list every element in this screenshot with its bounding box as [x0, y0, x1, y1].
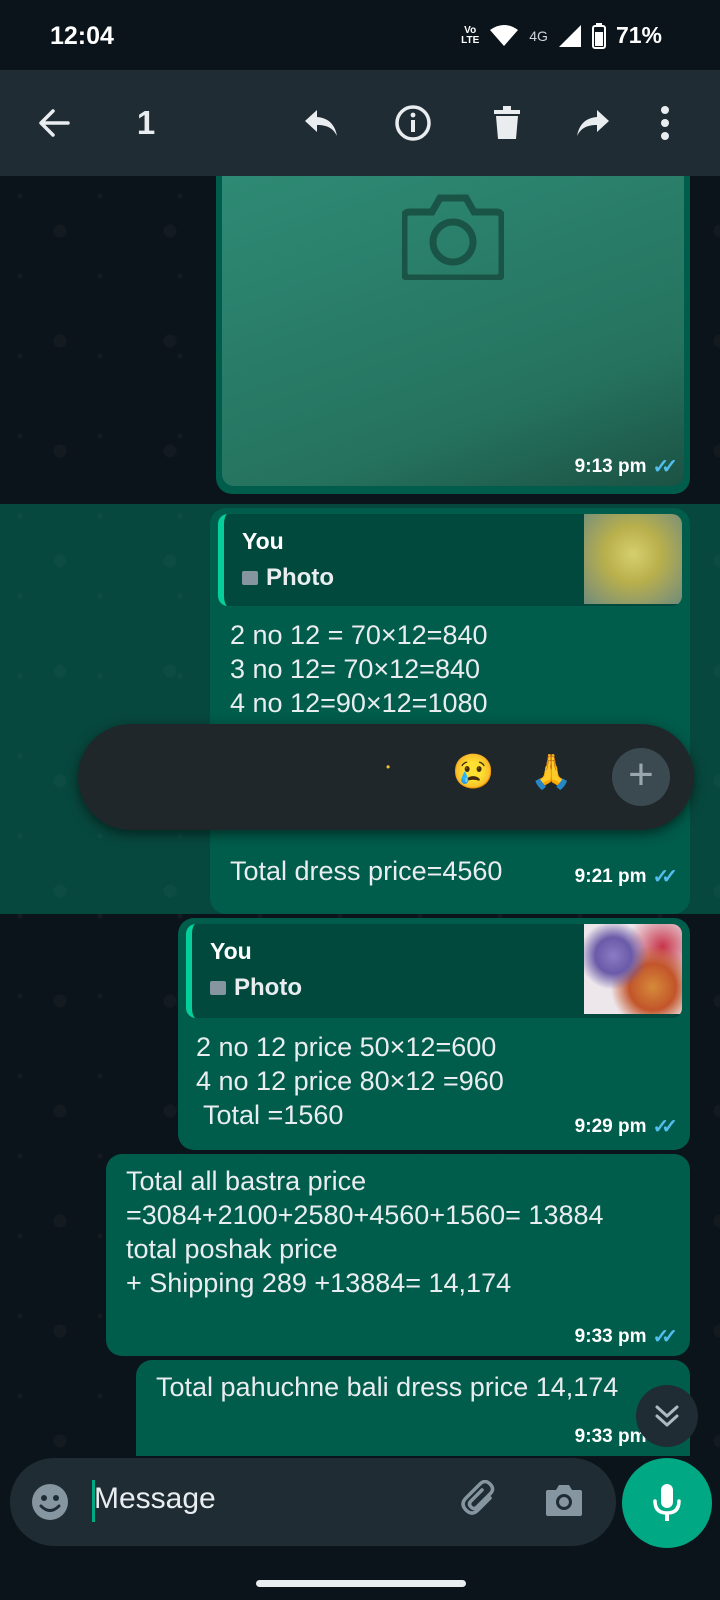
- message-text-line: 2 no 12 = 70×12=840: [230, 620, 488, 650]
- forward-icon: [577, 110, 609, 136]
- read-ticks-icon: ✓✓: [652, 866, 677, 888]
- reply-message[interactable]: You Photo 2 no 12 price 50×12=600 4 no 1…: [178, 918, 690, 1150]
- message-composer: Message: [10, 1458, 616, 1546]
- voice-record-button[interactable]: [622, 1458, 712, 1548]
- quoted-photo[interactable]: You Photo: [186, 924, 682, 1018]
- scroll-to-bottom-button[interactable]: [636, 1385, 698, 1447]
- microphone-icon: [653, 1484, 681, 1521]
- read-ticks-icon: ✓✓: [652, 1326, 677, 1348]
- quote-author: You: [210, 938, 252, 964]
- emoji-icon: [32, 1484, 68, 1520]
- reply-message[interactable]: You Photo 2 no 12 = 70×12=840 3 no 12= 7…: [210, 508, 690, 914]
- status-time: 12:04: [50, 22, 114, 50]
- battery-level: 71%: [615, 22, 662, 48]
- quote-type: Photo: [242, 564, 334, 592]
- message-text: 2 no 12 price 50×12=600 4 no 12 price 80…: [196, 1032, 504, 1130]
- info-icon: [395, 105, 431, 141]
- message-meta: 9:13 pm ✓✓: [574, 454, 678, 479]
- paperclip-icon: [461, 1479, 495, 1515]
- message-text: Total all bastra price =3084+2100+2580+4…: [126, 1166, 604, 1298]
- network-type: 4G: [529, 27, 548, 44]
- quote-author: You: [242, 528, 284, 554]
- camera-button[interactable]: [544, 1482, 584, 1523]
- read-ticks-icon: ✓✓: [652, 456, 677, 478]
- status-icons: Vo LTE 4G 71%: [461, 22, 662, 49]
- reaction-picker: • 😢 🙏 +: [78, 724, 694, 830]
- back-button[interactable]: [28, 70, 80, 176]
- reaction-crying-face[interactable]: 😢: [452, 752, 494, 792]
- reaction-folded-hands[interactable]: 🙏: [530, 752, 572, 792]
- image-icon: [210, 981, 226, 995]
- photo-placeholder[interactable]: [222, 176, 684, 486]
- message-meta: 9:29 pm ✓✓: [574, 1114, 678, 1139]
- double-chevron-down-icon: [655, 1405, 679, 1427]
- quote-thumbnail: [584, 924, 682, 1014]
- more-vertical-icon: [661, 106, 669, 140]
- message-time: 9:13 pm: [574, 455, 647, 477]
- quote-type: Photo: [210, 974, 302, 1002]
- camera-icon: [402, 194, 504, 280]
- camera-icon: [546, 1485, 582, 1516]
- quote-thumbnail: [584, 514, 682, 604]
- message-text: Total pahuchne bali dress price 14,174: [156, 1372, 619, 1402]
- info-button[interactable]: [388, 70, 438, 176]
- trash-icon: [494, 106, 520, 139]
- signal-icon: [558, 24, 581, 47]
- volte-icon: Vo LTE: [461, 24, 480, 46]
- add-reaction-button[interactable]: +: [612, 748, 670, 806]
- status-bar: 12:04 Vo LTE 4G 71%: [0, 0, 720, 70]
- emoji-button[interactable]: [30, 1482, 70, 1527]
- message-meta: 9:33 pm ✓✓: [574, 1324, 678, 1349]
- quoted-photo[interactable]: You Photo: [218, 514, 682, 606]
- reply-button[interactable]: [296, 70, 346, 176]
- message-input[interactable]: Message: [94, 1482, 216, 1516]
- message-meta: 9:21 pm ✓✓: [574, 864, 678, 889]
- wifi-icon: [490, 24, 519, 46]
- delete-button[interactable]: [482, 70, 532, 176]
- attach-button[interactable]: [460, 1479, 500, 1525]
- text-message[interactable]: Total all bastra price =3084+2100+2580+4…: [106, 1154, 690, 1356]
- selection-toolbar: 1: [0, 70, 720, 176]
- selected-count: 1: [136, 104, 156, 141]
- message-text-line: 4 no 12=90×12=1080: [230, 688, 488, 718]
- more-options-button[interactable]: [650, 70, 680, 176]
- message-text-line: 3 no 12= 70×12=840: [230, 654, 481, 684]
- message-time: 9:29 pm: [574, 1115, 647, 1137]
- reply-icon: [305, 110, 337, 136]
- image-icon: [242, 571, 258, 585]
- message-text-line: Total dress price=4560: [230, 856, 503, 886]
- message-time: 9:33 pm: [574, 1425, 647, 1447]
- battery-icon: [591, 22, 606, 49]
- text-message[interactable]: Total pahuchne bali dress price 14,174 9…: [136, 1360, 690, 1456]
- back-arrow-icon: [39, 109, 70, 137]
- photo-message[interactable]: 9:13 pm ✓✓: [216, 176, 690, 494]
- read-ticks-icon: ✓✓: [652, 1116, 677, 1138]
- message-time: 9:33 pm: [574, 1325, 647, 1347]
- reaction-dot[interactable]: •: [386, 760, 390, 774]
- forward-button[interactable]: [568, 70, 618, 176]
- gesture-navigation-bar[interactable]: [256, 1580, 466, 1587]
- message-time: 9:21 pm: [574, 865, 647, 887]
